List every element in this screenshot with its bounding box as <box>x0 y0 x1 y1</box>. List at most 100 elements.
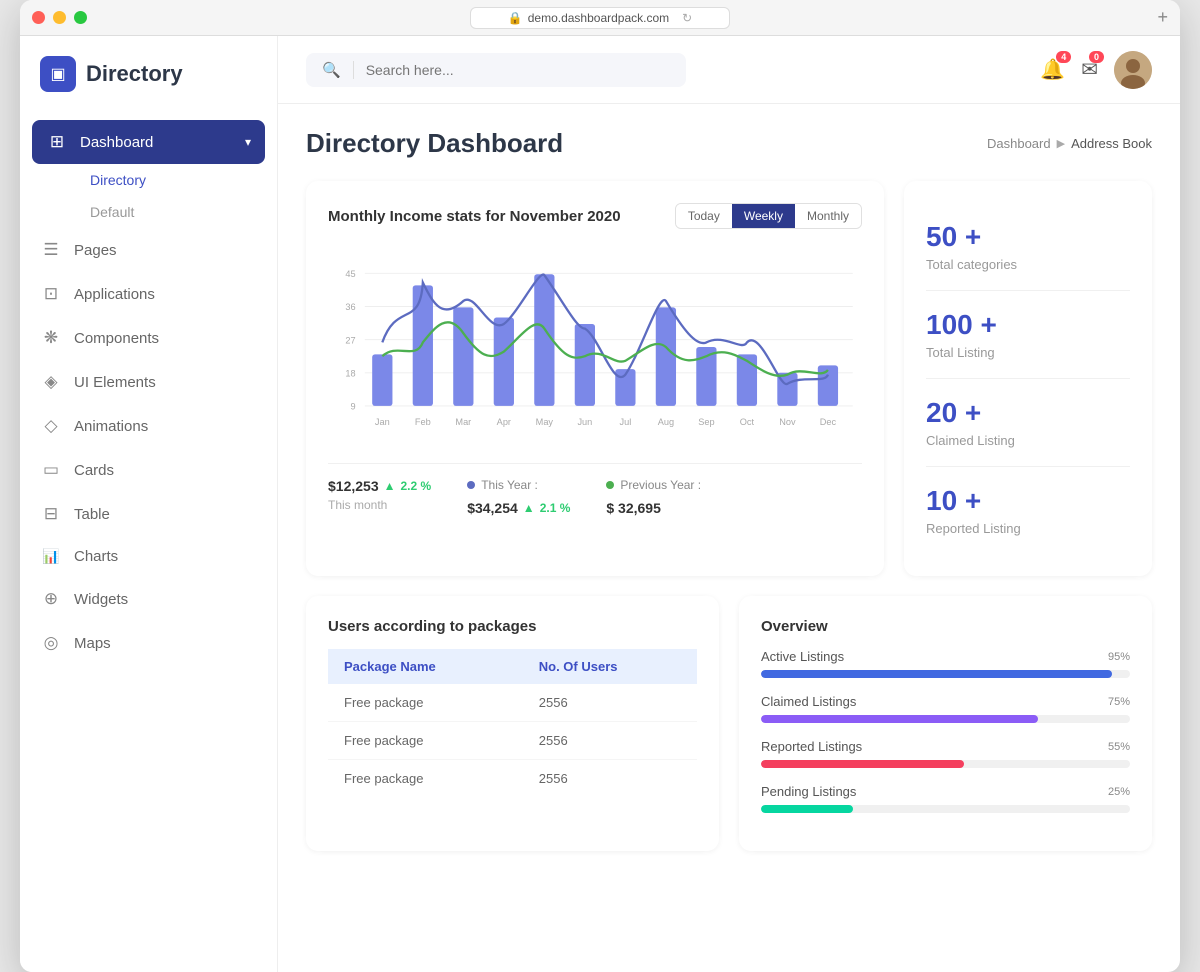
sidebar-label-pages: Pages <box>74 242 117 259</box>
trend-icon: ▲ <box>523 501 535 515</box>
overview-item-3: Pending Listings 25% <box>761 784 1130 813</box>
animations-icon: ◇ <box>40 416 62 436</box>
package-name-1: Free package <box>328 722 523 760</box>
packages-table: Package Name No. Of Users Free package 2… <box>328 649 697 797</box>
sidebar-item-dashboard[interactable]: ⊞ Dashboard ▾ <box>32 120 265 164</box>
sidebar-label-components: Components <box>74 330 159 347</box>
table-row: Free package 2556 <box>328 760 697 798</box>
overview-pct-3: 25% <box>1108 786 1130 798</box>
overview-label-1: Claimed Listings <box>761 694 856 709</box>
logo-icon: ▣ <box>40 56 76 92</box>
header-right: 🔔 4 ✉ 0 <box>1040 51 1152 89</box>
col-users: No. Of Users <box>523 649 697 684</box>
table-icon: ⊟ <box>40 504 62 524</box>
sidebar-label-cards: Cards <box>74 462 114 479</box>
sidebar-item-ui-elements[interactable]: ◈ UI Elements <box>20 360 277 404</box>
applications-icon: ⊡ <box>40 284 62 304</box>
sidebar-item-components[interactable]: ❋ Components <box>20 316 277 360</box>
content-area: 🔍 🔔 4 ✉ 0 <box>278 36 1180 972</box>
dashboard-icon: ⊞ <box>46 132 68 152</box>
sidebar-item-pages[interactable]: ☰ Pages <box>20 228 277 272</box>
search-icon: 🔍 <box>322 61 341 79</box>
sidebar-label-applications: Applications <box>74 286 155 303</box>
svg-text:Nov: Nov <box>779 417 796 427</box>
sidebar-item-maps[interactable]: ◎ Maps <box>20 621 277 665</box>
prev-year-value: $ 32,695 <box>606 500 701 516</box>
user-avatar[interactable] <box>1114 51 1152 89</box>
sidebar: ▣ Directory ⊞ Dashboard ▾ Directory Defa… <box>20 36 278 972</box>
svg-text:May: May <box>536 417 554 427</box>
sidebar-label-maps: Maps <box>74 635 111 652</box>
period-today-button[interactable]: Today <box>676 204 732 228</box>
this-year-value: $34,254 ▲ 2.1 % <box>467 500 570 516</box>
chart-area: 45 36 27 18 9 <box>328 247 862 447</box>
search-divider <box>353 61 354 79</box>
stats-card: 50 + Total categories 100 + Total Listin… <box>904 181 1152 576</box>
overview-pct-0: 95% <box>1108 651 1130 663</box>
package-users-1: 2556 <box>523 722 697 760</box>
maximize-button[interactable] <box>74 11 87 24</box>
overview-item-1: Claimed Listings 75% <box>761 694 1130 723</box>
sidebar-item-applications[interactable]: ⊡ Applications <box>20 272 277 316</box>
close-button[interactable] <box>32 11 45 24</box>
svg-text:Dec: Dec <box>820 417 837 427</box>
overview-label-0: Active Listings <box>761 649 844 664</box>
progress-bar-0 <box>761 670 1130 678</box>
overview-title: Overview <box>761 618 1130 635</box>
svg-text:18: 18 <box>345 368 355 378</box>
sidebar-label-charts: Charts <box>74 548 118 565</box>
prev-year-stat: Previous Year : $ 32,695 <box>606 478 701 516</box>
notifications-badge: 4 <box>1056 51 1071 63</box>
period-weekly-button[interactable]: Weekly <box>732 204 795 228</box>
page-header: Directory Dashboard Dashboard ▶ Address … <box>306 128 1152 159</box>
messages-button[interactable]: ✉ 0 <box>1081 57 1098 82</box>
search-input[interactable] <box>366 62 670 78</box>
chevron-down-icon: ▾ <box>245 135 251 149</box>
app-layout: ▣ Directory ⊞ Dashboard ▾ Directory Defa… <box>20 36 1180 972</box>
svg-text:Sep: Sep <box>698 417 714 427</box>
search-box[interactable]: 🔍 <box>306 53 686 87</box>
package-name-0: Free package <box>328 684 523 722</box>
sidebar-item-animations[interactable]: ◇ Animations <box>20 404 277 448</box>
minimize-button[interactable] <box>53 11 66 24</box>
chart-svg: 45 36 27 18 9 <box>328 247 862 447</box>
progress-bar-2 <box>761 760 1130 768</box>
packages-title: Users according to packages <box>328 618 697 635</box>
stat-label-0: Total categories <box>926 257 1130 272</box>
period-buttons: Today Weekly Monthly <box>675 203 862 229</box>
sidebar-item-default[interactable]: Default <box>70 196 277 228</box>
period-monthly-button[interactable]: Monthly <box>795 204 861 228</box>
stat-label-2: Claimed Listing <box>926 433 1130 448</box>
overview-label-2: Reported Listings <box>761 739 862 754</box>
overview-pct-1: 75% <box>1108 696 1130 708</box>
sidebar-item-directory[interactable]: Directory <box>70 164 277 196</box>
overview-item-2: Reported Listings 55% <box>761 739 1130 768</box>
components-icon: ❋ <box>40 328 62 348</box>
sidebar-label-ui-elements: UI Elements <box>74 374 156 391</box>
charts-icon: 📊 <box>40 548 62 565</box>
sidebar-item-charts[interactable]: 📊 Charts <box>20 536 277 577</box>
svg-text:Mar: Mar <box>455 417 471 427</box>
lock-icon: 🔒 <box>508 11 523 25</box>
svg-text:Apr: Apr <box>497 417 511 427</box>
chart-card: Monthly Income stats for November 2020 T… <box>306 181 884 576</box>
app-window: 🔒 demo.dashboardpack.com ↻ + ▣ Directory… <box>20 0 1180 972</box>
url-bar[interactable]: 🔒 demo.dashboardpack.com ↻ <box>470 7 730 29</box>
packages-card: Users according to packages Package Name… <box>306 596 719 851</box>
maps-icon: ◎ <box>40 633 62 653</box>
overview-pct-2: 55% <box>1108 741 1130 753</box>
progress-fill-3 <box>761 805 853 813</box>
sidebar-item-widgets[interactable]: ⊕ Widgets <box>20 577 277 621</box>
sub-nav-dashboard: Directory Default <box>20 164 277 228</box>
main-content: Directory Dashboard Dashboard ▶ Address … <box>278 104 1180 972</box>
sidebar-item-cards[interactable]: ▭ Cards <box>20 448 277 492</box>
logo: ▣ Directory <box>20 56 277 120</box>
sidebar-label-table: Table <box>74 506 110 523</box>
reload-icon[interactable]: ↻ <box>682 11 692 25</box>
notifications-button[interactable]: 🔔 4 <box>1040 57 1065 82</box>
sidebar-label-animations: Animations <box>74 418 148 435</box>
new-tab-button[interactable]: + <box>1157 7 1168 28</box>
stat-reported-listing: 10 + Reported Listing <box>926 467 1130 554</box>
this-year-stat: This Year : $34,254 ▲ 2.1 % <box>467 478 570 516</box>
sidebar-item-table[interactable]: ⊟ Table <box>20 492 277 536</box>
